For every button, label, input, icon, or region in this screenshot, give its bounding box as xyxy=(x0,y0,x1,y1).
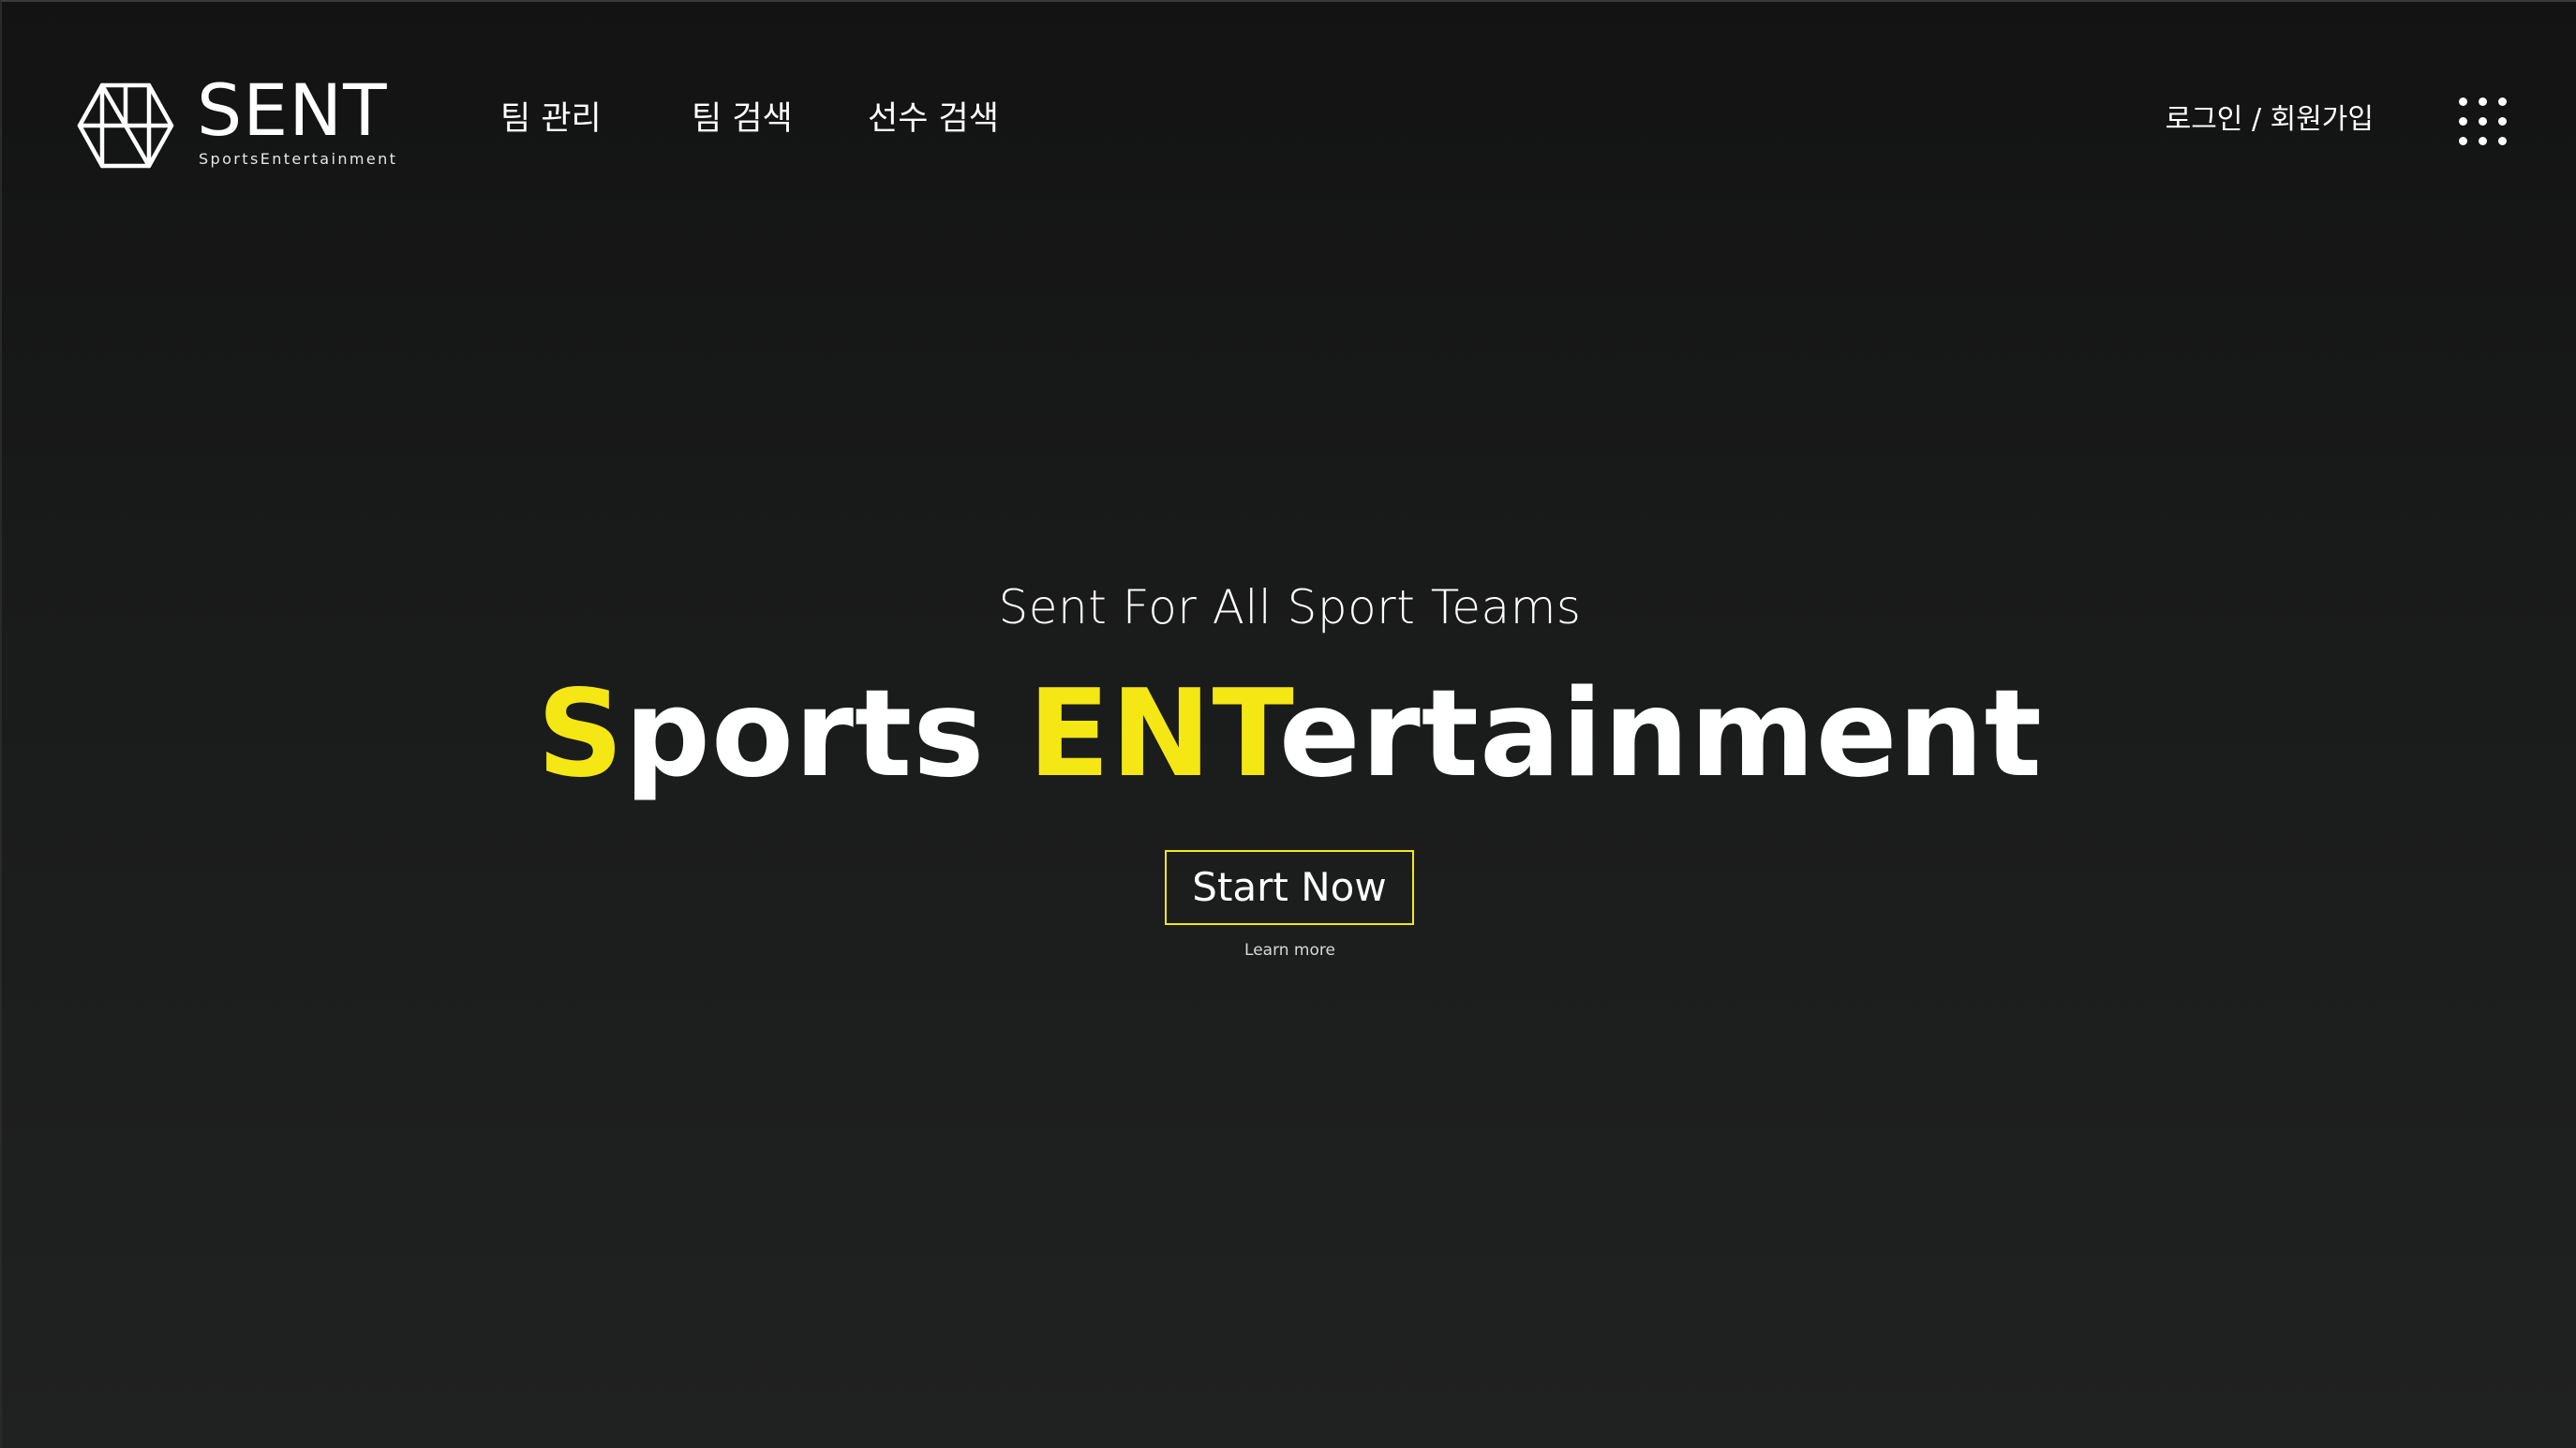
grid-dots-icon[interactable] xyxy=(2459,97,2508,146)
site-logo[interactable]: SENT SportsEntertainment xyxy=(77,73,395,171)
sent-geometric-logo-icon xyxy=(77,82,174,169)
hero-title: Sports ENTertainment xyxy=(2,664,2576,806)
logo-wordmark: SENT xyxy=(197,68,388,152)
nav-player-search[interactable]: 선수 검색 xyxy=(868,98,999,140)
landing-page: SENT SportsEntertainment 팀 관리 팀 검색 선수 검색… xyxy=(0,0,2576,1448)
start-now-button[interactable]: Start Now xyxy=(1165,850,1414,925)
hero-title-part: S xyxy=(537,664,625,804)
hero-title-part: ports xyxy=(624,664,1028,804)
logo-tagline: SportsEntertainment xyxy=(199,150,398,168)
login-signup-link[interactable]: 로그인 / 회원가입 xyxy=(2166,101,2374,139)
nav-team-management[interactable]: 팀 관리 xyxy=(500,98,602,140)
hero-kicker: Sent For All Sport Teams xyxy=(998,580,1582,634)
hero-title-part: ertainment xyxy=(1278,664,2043,804)
hero-title-part: ENT xyxy=(1027,664,1279,804)
learn-more-link[interactable]: Learn more xyxy=(2,939,2576,962)
nav-team-search[interactable]: 팀 검색 xyxy=(692,98,793,140)
